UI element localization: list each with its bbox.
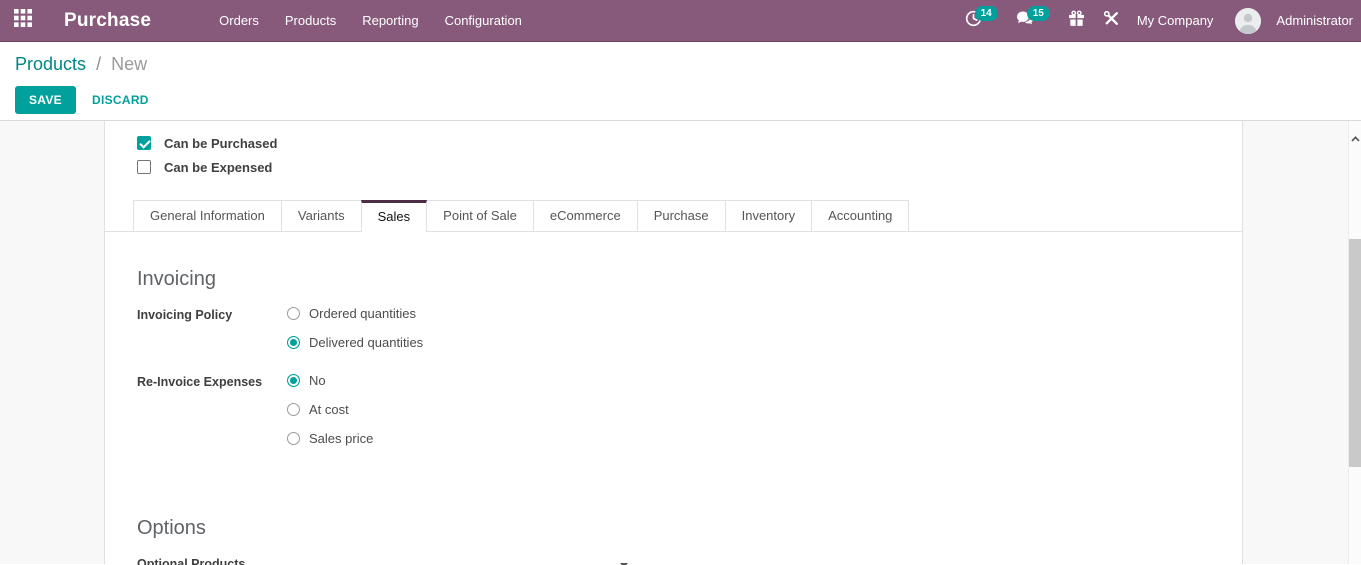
delivered-quantities-radio-icon[interactable] <box>287 336 300 349</box>
invoicing-policy-options: Ordered quantities Delivered quantities <box>287 305 423 363</box>
tab-sales[interactable]: Sales <box>361 200 428 232</box>
ordered-quantities-label: Ordered quantities <box>309 306 416 321</box>
can-be-purchased-row[interactable]: Can be Purchased <box>105 131 1242 155</box>
activities-button[interactable]: 14 <box>956 0 1007 42</box>
company-switcher[interactable]: My Company <box>1129 13 1222 28</box>
radio-ordered-quantities[interactable]: Ordered quantities <box>287 305 423 322</box>
options-section-title: Options <box>137 459 1242 540</box>
top-navbar: Purchase Orders Products Reporting Confi… <box>0 0 1361 42</box>
ordered-quantities-radio-icon[interactable] <box>287 307 300 320</box>
invoicing-section: Invoicing Invoicing Policy Ordered quant… <box>105 232 1242 459</box>
optional-products-input-wrapper <box>287 556 630 565</box>
optional-products-label: Optional Products <box>137 554 287 565</box>
can-be-expensed-label: Can be Expensed <box>164 160 272 175</box>
invoicing-policy-field: Invoicing Policy Ordered quantities Deli… <box>137 305 1242 363</box>
tab-ecommerce[interactable]: eCommerce <box>533 200 638 231</box>
optional-products-input[interactable] <box>287 556 630 565</box>
navbar-systray: 14 15 <box>956 0 1361 42</box>
apps-grid-icon <box>14 9 32 32</box>
no-label: No <box>309 373 326 388</box>
gift-icon <box>1068 10 1085 32</box>
messages-count-badge: 15 <box>1027 6 1050 21</box>
user-menu[interactable]: Administrator <box>1268 13 1361 28</box>
tab-purchase[interactable]: Purchase <box>637 200 726 231</box>
menu-item-orders[interactable]: Orders <box>206 0 272 42</box>
radio-at-cost[interactable]: At cost <box>287 401 373 418</box>
radio-sales-price[interactable]: Sales price <box>287 430 373 447</box>
breadcrumb: Products / New <box>15 54 1361 75</box>
no-radio-icon[interactable] <box>287 374 300 387</box>
promotions-button[interactable] <box>1059 0 1094 42</box>
invoicing-section-title: Invoicing <box>137 232 1242 291</box>
sales-price-label: Sales price <box>309 431 373 446</box>
discard-button[interactable]: DISCARD <box>92 93 149 107</box>
menu-item-products[interactable]: Products <box>272 0 349 42</box>
can-be-purchased-label: Can be Purchased <box>164 136 277 151</box>
can-be-expensed-row[interactable]: Can be Expensed <box>105 155 1242 179</box>
radio-no[interactable]: No <box>287 372 373 389</box>
reinvoice-expenses-label: Re-Invoice Expenses <box>137 372 287 459</box>
tab-inventory[interactable]: Inventory <box>725 200 812 231</box>
tab-point-of-sale[interactable]: Point of Sale <box>426 200 534 231</box>
options-section: Options Optional Products <box>105 459 1242 565</box>
reinvoice-expenses-field: Re-Invoice Expenses No At cost Sales pri… <box>137 372 1242 459</box>
tools-button[interactable] <box>1094 0 1129 42</box>
tab-accounting[interactable]: Accounting <box>811 200 909 231</box>
messages-button[interactable]: 15 <box>1007 0 1059 42</box>
tab-variants[interactable]: Variants <box>281 200 362 231</box>
reinvoice-expenses-options: No At cost Sales price <box>287 372 373 459</box>
scroll-up-arrow-icon[interactable] <box>1351 129 1360 147</box>
at-cost-radio-icon[interactable] <box>287 403 300 416</box>
apps-menu-button[interactable] <box>0 0 46 42</box>
main-menu: Orders Products Reporting Configuration <box>206 0 535 42</box>
content-area: Can be Purchased Can be Expensed General… <box>0 121 1361 564</box>
sales-price-radio-icon[interactable] <box>287 432 300 445</box>
can-be-purchased-checkbox[interactable] <box>137 136 151 150</box>
notebook-tabs: General Information Variants Sales Point… <box>105 200 1242 232</box>
scrollbar-thumb[interactable] <box>1349 239 1361 467</box>
user-avatar[interactable] <box>1235 8 1261 34</box>
save-button[interactable]: SAVE <box>15 86 76 114</box>
form-sheet: Can be Purchased Can be Expensed General… <box>104 121 1243 564</box>
breadcrumb-current: New <box>111 54 147 74</box>
can-be-expensed-checkbox[interactable] <box>137 160 151 174</box>
breadcrumb-products-link[interactable]: Products <box>15 54 86 74</box>
delivered-quantities-label: Delivered quantities <box>309 335 423 350</box>
at-cost-label: At cost <box>309 402 349 417</box>
control-panel-buttons: SAVE DISCARD <box>15 86 1361 114</box>
control-panel: Products / New SAVE DISCARD <box>0 42 1361 121</box>
menu-item-configuration[interactable]: Configuration <box>432 0 535 42</box>
app-title[interactable]: Purchase <box>64 10 151 32</box>
breadcrumb-separator: / <box>91 54 106 74</box>
optional-products-field: Optional Products <box>137 554 1242 565</box>
menu-item-reporting[interactable]: Reporting <box>349 0 431 42</box>
radio-delivered-quantities[interactable]: Delivered quantities <box>287 334 423 351</box>
tab-general-information[interactable]: General Information <box>133 200 282 231</box>
wrench-screwdriver-icon <box>1103 10 1120 32</box>
vertical-scrollbar[interactable] <box>1348 121 1361 564</box>
activities-count-badge: 14 <box>975 6 998 21</box>
invoicing-policy-label: Invoicing Policy <box>137 305 287 363</box>
